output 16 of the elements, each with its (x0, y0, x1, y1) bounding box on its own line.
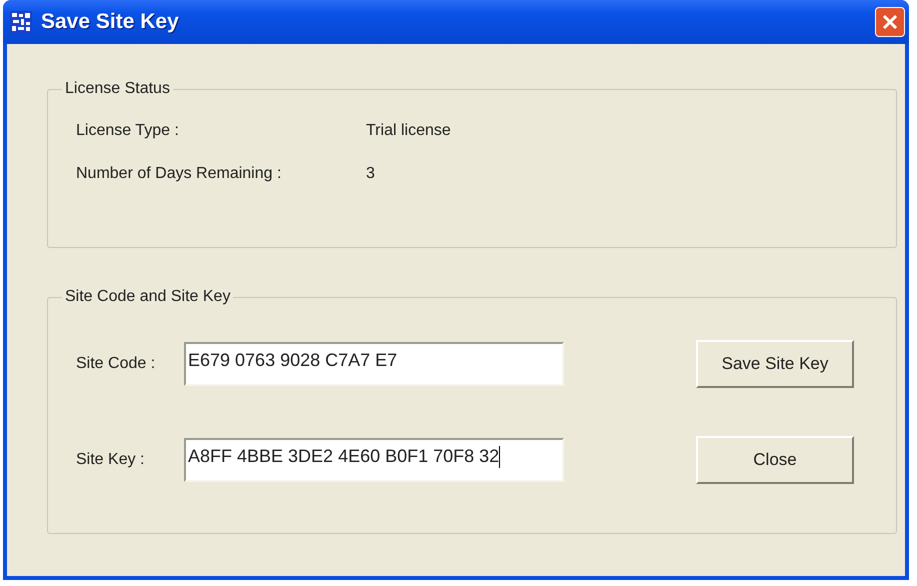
field-value: 3 (366, 165, 375, 183)
field-label: Site Code : (76, 355, 156, 373)
dialog-button[interactable]: Save Site Key (696, 340, 854, 388)
app-icon (9, 10, 33, 34)
field-label: Site Key : (76, 451, 146, 469)
group-title: Site Code and Site Key (64, 288, 232, 306)
close-icon (882, 14, 898, 30)
group-title: License Status (64, 80, 171, 98)
text-field[interactable]: E679 0763 9028 C7A7 E7 (184, 342, 564, 386)
window-title: Save Site Key (41, 10, 180, 34)
text-field[interactable]: A8FF 4BBE 3DE2 4E60 B0F1 70F8 32 (184, 438, 564, 482)
field-label: Number of Days Remaining : (76, 165, 282, 183)
field-value: Trial license (366, 122, 451, 140)
close-button[interactable] (875, 7, 905, 37)
field-label: License Type : (76, 122, 180, 140)
dialog-button[interactable]: Close (696, 436, 854, 484)
